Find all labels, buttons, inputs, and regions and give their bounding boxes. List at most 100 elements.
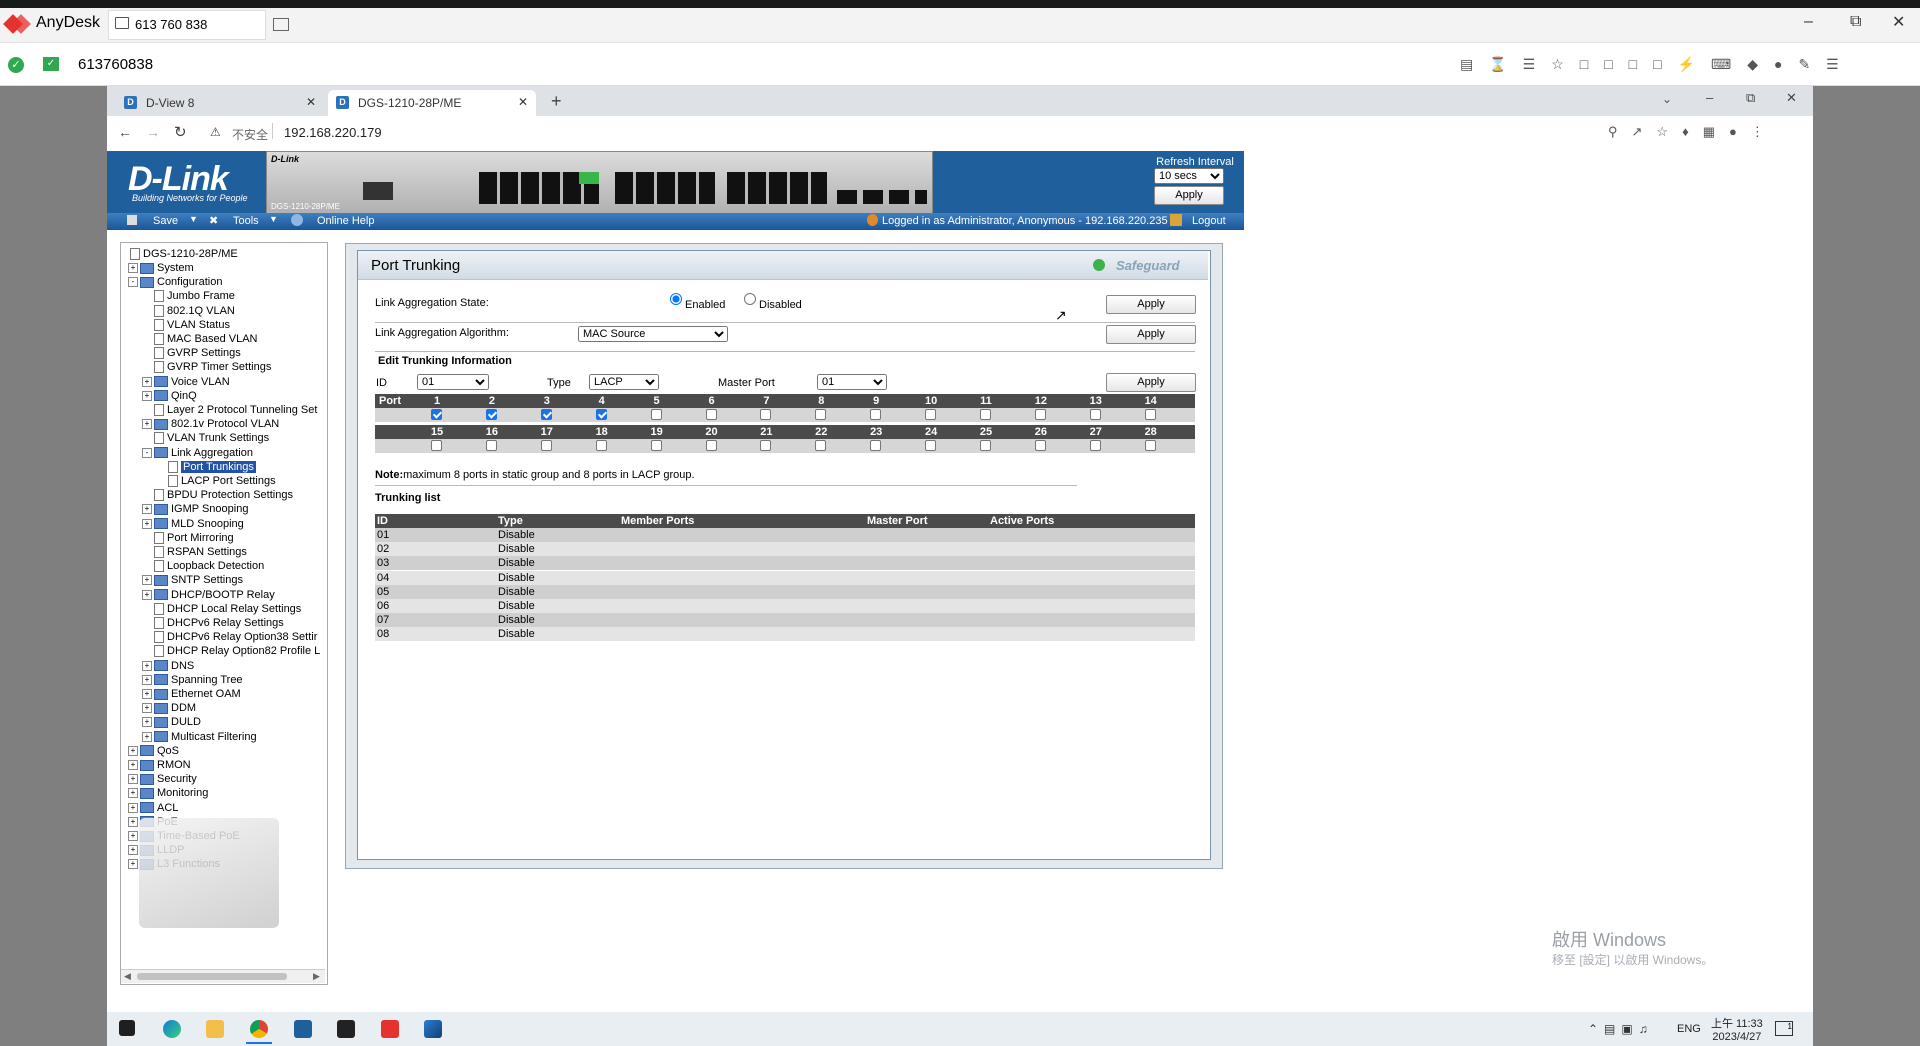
port-checkbox[interactable] (705, 409, 717, 420)
browser-restore[interactable]: ⧉ (1746, 90, 1755, 106)
dview-icon[interactable] (294, 1020, 312, 1038)
port-checkbox[interactable] (1144, 409, 1156, 420)
tree-item[interactable]: DHCPv6 Relay Settings (142, 617, 284, 630)
tree-item[interactable]: Jumbo Frame (142, 290, 235, 303)
expand-icon[interactable]: + (142, 589, 152, 600)
port-checkbox[interactable] (650, 440, 662, 451)
tree-item[interactable]: GVRP Settings (142, 347, 241, 360)
tree-item[interactable]: Loopback Detection (142, 560, 264, 573)
network-app-icon[interactable] (424, 1020, 442, 1038)
port-checkbox[interactable] (815, 440, 827, 451)
anydesk-toolbar-icons[interactable]: ▤⌛☰☆□□□□⚡⌨◆●✎☰ (1460, 56, 1855, 73)
expand-icon[interactable]: + (142, 419, 152, 430)
tray-icons[interactable]: ⌃▤▣♫ (1588, 1022, 1654, 1036)
new-session-icon[interactable] (273, 18, 289, 31)
port-checkbox[interactable] (870, 440, 882, 451)
tree-item[interactable]: VLAN Status (142, 319, 230, 331)
port-checkbox[interactable] (650, 409, 662, 420)
tools-menu[interactable]: Tools (233, 215, 259, 227)
expand-icon[interactable]: + (128, 745, 138, 756)
port-checkbox[interactable] (1089, 440, 1101, 451)
tree-item[interactable]: + System (128, 262, 194, 274)
expand-icon[interactable]: + (142, 674, 152, 685)
tree-item[interactable]: + ACL (128, 802, 178, 814)
expand-icon[interactable]: + (142, 518, 152, 529)
tree-item[interactable]: RSPAN Settings (142, 546, 247, 559)
expand-icon[interactable]: + (128, 831, 138, 842)
tab-dview8[interactable]: D D-View 8 ✕ (118, 90, 318, 116)
port-checkbox[interactable] (431, 409, 442, 420)
tree-item[interactable]: + Spanning Tree (142, 674, 243, 686)
minimize-button[interactable]: – (1804, 13, 1813, 31)
forward-icon[interactable]: → (146, 124, 160, 140)
port-checkbox[interactable] (1089, 409, 1101, 420)
expand-icon[interactable]: + (142, 390, 152, 401)
close-tab-icon[interactable]: ✕ (306, 95, 316, 109)
terminal-icon[interactable] (337, 1020, 355, 1038)
tree-item[interactable]: + IGMP Snooping (142, 503, 248, 515)
tree-horizontal-scrollbar[interactable]: ◀ ▶ (121, 969, 325, 983)
collapse-icon[interactable]: - (142, 447, 152, 458)
tree-item[interactable]: Port Trunkings (156, 460, 256, 473)
master-port-select[interactable]: 01 (817, 374, 887, 390)
port-checkbox[interactable] (595, 409, 607, 420)
port-checkbox[interactable] (1144, 440, 1156, 451)
tree-item[interactable]: BPDU Protection Settings (142, 489, 293, 502)
port-checkbox[interactable] (540, 409, 552, 420)
port-checkbox[interactable] (1034, 409, 1046, 420)
tree-item[interactable]: + DULD (142, 716, 201, 728)
url-input[interactable]: 192.168.220.179 (284, 125, 382, 140)
tree-item[interactable]: MAC Based VLAN (142, 333, 257, 346)
expand-icon[interactable]: + (128, 263, 138, 274)
tree-item[interactable]: + MLD Snooping (142, 518, 244, 530)
expand-icon[interactable]: + (142, 660, 152, 671)
tree-item[interactable]: - Link Aggregation (142, 447, 253, 459)
restore-button[interactable]: ⧉ (1850, 13, 1861, 31)
chrome-icon[interactable] (250, 1020, 268, 1038)
state-apply-button[interactable]: Apply (1106, 295, 1196, 314)
remote-address[interactable]: 613760838 (78, 56, 153, 73)
expand-icon[interactable]: + (128, 774, 138, 785)
tree-item[interactable]: + QoS (128, 745, 179, 757)
expand-icon[interactable]: + (128, 802, 138, 813)
tree-item[interactable]: + SNTP Settings (142, 574, 243, 586)
browser-action-icons[interactable]: ⚲↗☆♦▦●⋮ (1608, 124, 1778, 140)
tree-item[interactable]: + Security (128, 773, 197, 785)
port-checkbox[interactable] (870, 409, 882, 420)
expand-icon[interactable]: + (142, 376, 152, 387)
expand-icon[interactable]: + (128, 788, 138, 799)
algorithm-select[interactable]: MAC Source (578, 326, 728, 342)
expand-icon[interactable]: + (142, 504, 152, 515)
browser-minimize[interactable]: – (1706, 90, 1713, 105)
expand-icon[interactable]: + (142, 703, 152, 714)
back-icon[interactable]: ← (118, 124, 132, 140)
start-icon[interactable] (119, 1020, 135, 1036)
port-checkbox[interactable] (485, 440, 497, 451)
tree-item[interactable]: 802.1Q VLAN (142, 305, 235, 317)
tree-item[interactable]: Layer 2 Protocol Tunneling Set (142, 404, 317, 417)
disabled-radio[interactable] (744, 293, 756, 305)
save-menu[interactable]: Save (153, 215, 178, 227)
refresh-select[interactable]: 10 secs (1154, 168, 1224, 184)
port-checkbox[interactable] (431, 440, 442, 451)
tree-item[interactable]: + Monitoring (128, 787, 208, 799)
close-button[interactable]: ✕ (1892, 12, 1905, 32)
browser-close[interactable]: ✕ (1786, 90, 1797, 106)
expand-icon[interactable]: + (128, 760, 138, 771)
tree-item[interactable]: DHCP Local Relay Settings (142, 603, 301, 615)
anydesk-taskbar-icon[interactable] (381, 1020, 399, 1038)
file-explorer-icon[interactable] (206, 1020, 224, 1038)
scrollbar-thumb[interactable] (137, 973, 287, 980)
logout-link[interactable]: Logout (1192, 215, 1226, 227)
port-checkbox[interactable] (925, 440, 937, 451)
language-indicator[interactable]: ENG (1677, 1023, 1701, 1035)
close-tab-icon[interactable]: ✕ (518, 95, 528, 109)
collapse-icon[interactable]: - (128, 277, 138, 288)
port-checkbox[interactable] (815, 409, 827, 420)
tree-item[interactable]: - Configuration (128, 276, 222, 288)
reload-icon[interactable]: ↻ (174, 123, 187, 141)
expand-icon[interactable]: + (128, 816, 138, 827)
trunk-type-select[interactable]: LACP (589, 374, 659, 390)
tree-item[interactable]: LACP Port Settings (156, 475, 276, 488)
port-checkbox[interactable] (540, 440, 552, 451)
